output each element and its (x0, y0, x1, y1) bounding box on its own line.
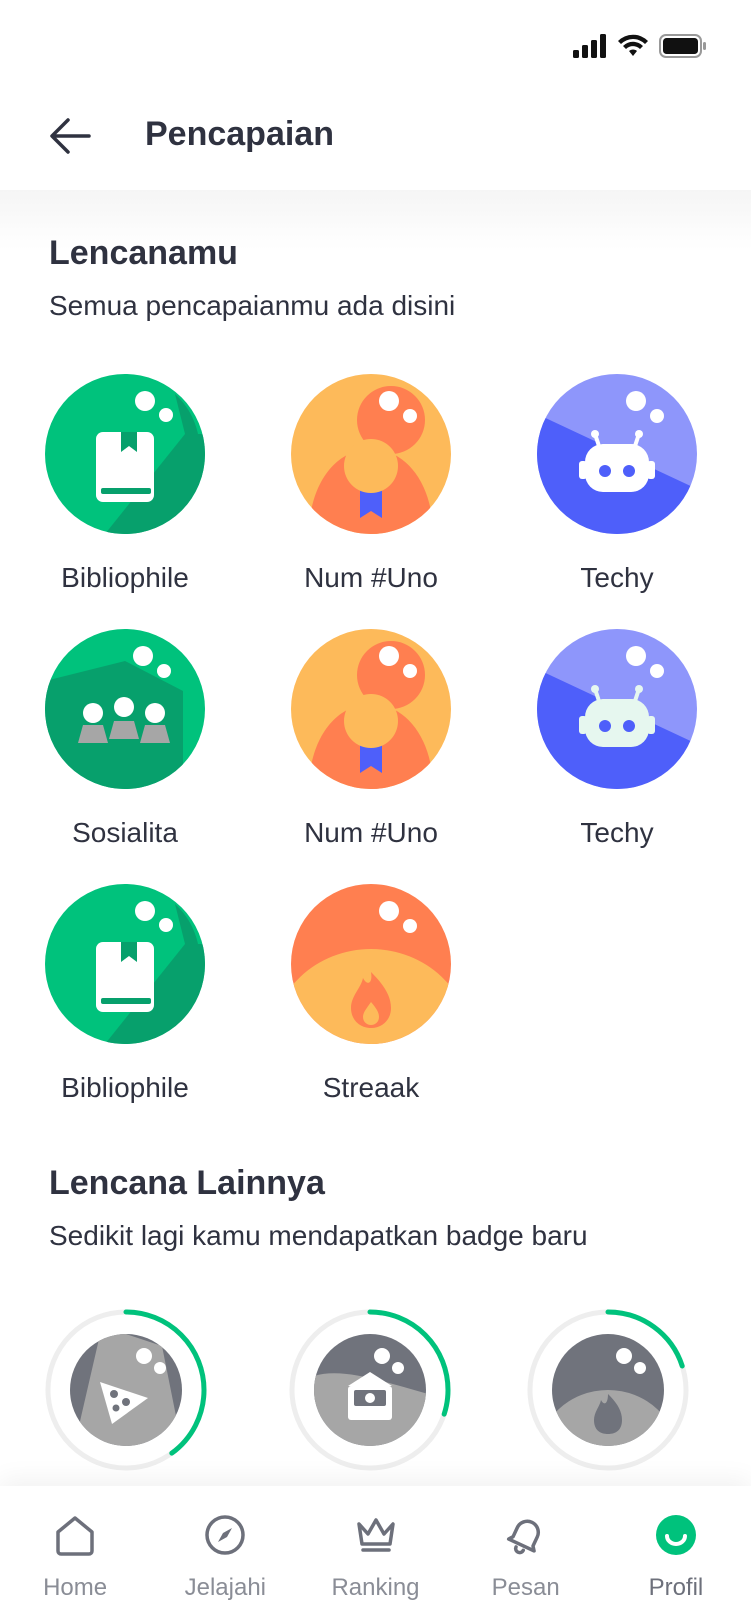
nav-item-jelajahi[interactable]: Jelajahi (150, 1486, 300, 1624)
compass-icon (205, 1515, 246, 1555)
profile-icon (655, 1515, 696, 1555)
badge-bibliophile-2[interactable]: Bibliophile (2, 884, 248, 1134)
book-icon (45, 374, 205, 534)
robot-icon (537, 374, 697, 534)
badge-sosialita[interactable]: Sosialita (2, 629, 248, 879)
robot-icon (537, 629, 697, 789)
crown-icon (356, 1518, 395, 1552)
badge-label: Streaak (322, 1072, 420, 1103)
status-bar (0, 0, 751, 90)
badge-label: Techy (580, 817, 654, 848)
badge-num-uno-2[interactable]: Num #Uno (248, 629, 494, 879)
badge-streaak[interactable]: Streaak (248, 884, 494, 1134)
badge-label: Bibliophile (61, 562, 189, 593)
earned-section-subtitle: Semua pencapaianmu ada disini (49, 290, 456, 321)
achievements-content[interactable]: Lencanamu Semua pencapaianmu ada disini … (0, 190, 751, 1486)
badge-techy-2[interactable]: Techy (494, 629, 740, 879)
nav-item-pesan[interactable]: Pesan (451, 1486, 601, 1624)
battery-icon (659, 34, 706, 58)
badge-techy[interactable]: Techy (494, 374, 740, 624)
locked-badge-flame[interactable] (524, 1306, 692, 1474)
arrow-left-icon (50, 118, 91, 154)
badge-num-uno[interactable]: Num #Uno (248, 374, 494, 624)
medal-icon (291, 629, 451, 789)
back-button[interactable] (44, 108, 100, 164)
page-title: Pencapaian (145, 115, 334, 153)
home-icon (56, 1516, 94, 1556)
signal-icon (573, 34, 606, 58)
earned-section-title: Lencanamu (49, 234, 238, 272)
flame-icon (291, 884, 451, 1044)
locked-badge-pizza[interactable] (42, 1306, 210, 1474)
nav-item-profil[interactable]: Profil (601, 1486, 751, 1624)
book-icon (45, 884, 205, 1044)
nav-item-home[interactable]: Home (0, 1486, 150, 1624)
other-section-title: Lencana Lainnya (49, 1164, 325, 1202)
nav-label: Ranking (331, 1574, 420, 1601)
badge-bibliophile[interactable]: Bibliophile (2, 374, 248, 624)
badge-label: Sosialita (72, 817, 178, 848)
badge-label: Techy (580, 562, 654, 593)
badge-label: Num #Uno (304, 562, 438, 593)
bottom-nav: Home Jelajahi Ranking Pesan Profil (0, 1486, 751, 1624)
wifi-icon (618, 34, 648, 56)
medal-icon (291, 374, 451, 534)
bell-icon (506, 1519, 540, 1555)
badge-label: Num #Uno (304, 817, 438, 848)
nav-item-ranking[interactable]: Ranking (300, 1486, 450, 1624)
nav-label: Home (43, 1574, 108, 1601)
nav-label: Jelajahi (184, 1574, 266, 1601)
people-icon (45, 629, 205, 789)
other-section-subtitle: Sedikit lagi kamu mendapatkan badge baru (49, 1220, 588, 1251)
locked-badge-envelope[interactable] (286, 1306, 454, 1474)
badge-label: Bibliophile (61, 1072, 189, 1103)
nav-label: Pesan (491, 1574, 560, 1601)
nav-label: Profil (648, 1574, 704, 1601)
app-header: Pencapaian (0, 90, 751, 190)
